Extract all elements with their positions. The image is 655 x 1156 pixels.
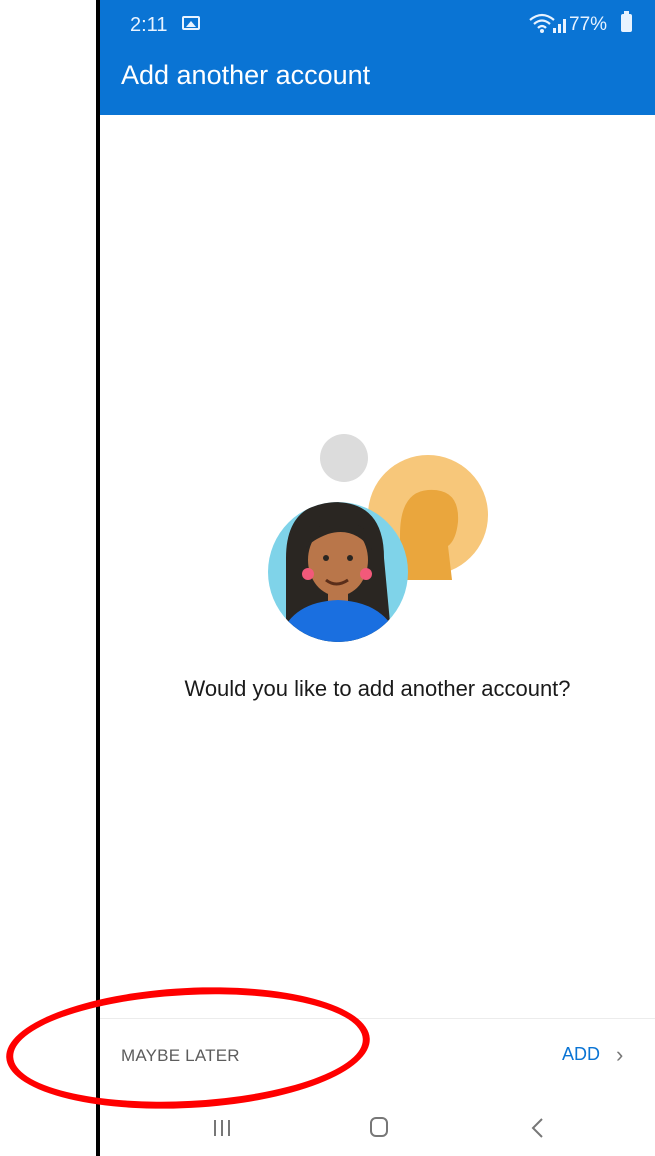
system-nav-bar (100, 1100, 655, 1156)
footer-divider (100, 1018, 655, 1019)
recent-apps-icon[interactable] (212, 1118, 232, 1138)
add-account-prompt: Would you like to add another account? (184, 676, 571, 701)
add-button[interactable]: ADD (562, 1044, 600, 1065)
gallery-notification-icon (182, 16, 200, 30)
app-screen: 2:11 77% Add another account Would you l… (100, 0, 655, 1156)
maybe-later-button[interactable]: MAYBE LATER (121, 1046, 240, 1066)
accounts-illustration (268, 434, 488, 642)
chevron-right-icon[interactable]: › (616, 1042, 623, 1068)
status-time: 2:11 (130, 14, 168, 36)
battery-icon (621, 11, 632, 32)
battery-percentage: 77% (569, 14, 608, 35)
signal-icon (553, 19, 566, 33)
app-header: 2:11 77% Add another account (100, 0, 655, 115)
back-icon[interactable] (530, 1116, 544, 1140)
home-icon[interactable] (370, 1117, 388, 1137)
page-title: Add another account (121, 60, 371, 90)
